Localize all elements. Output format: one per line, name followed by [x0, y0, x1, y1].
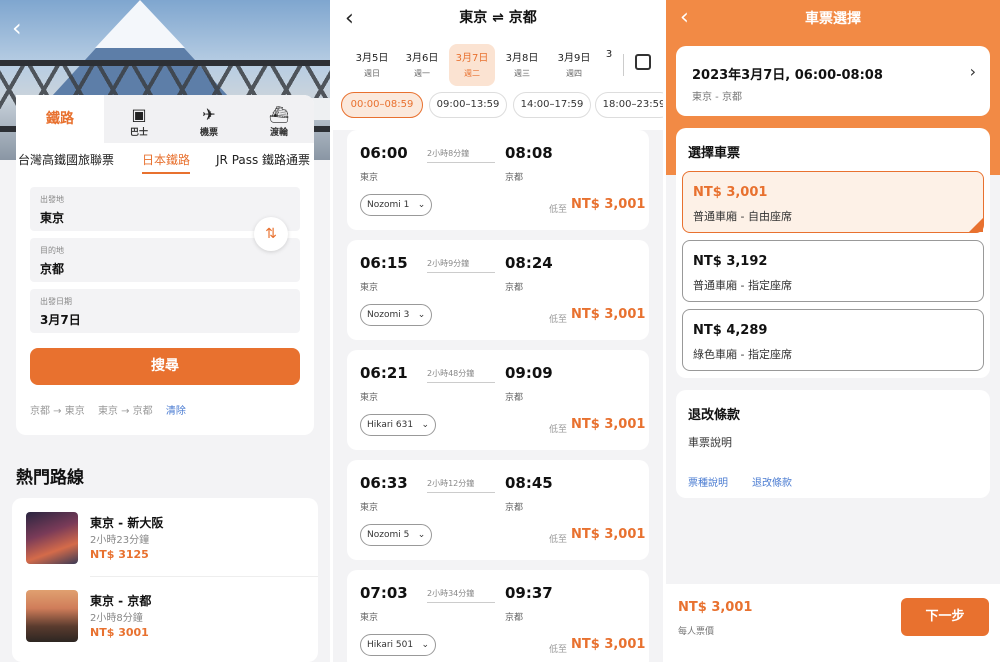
results-screen: ‹ 東京 ⇌ 京都 3月5日 週日 3月6日 週一 3月7日 週二 3月8日 週… [333, 0, 663, 662]
ferry-icon: ⛴ [268, 105, 290, 124]
rail-subtabs: 台灣高鐵國旅聯票 日本鐵路 JR Pass 鐵路通票 [0, 151, 330, 174]
train-result-card[interactable]: 07:03 2小時34分鐘 09:37 東京 京都 Hikari 501 ⌄ 低至… [347, 570, 649, 662]
route-thumbnail [26, 512, 78, 564]
subtab-japan-rail[interactable]: 日本鐵路 [142, 151, 191, 174]
train-number-dropdown[interactable]: Nozomi 3 ⌄ [360, 304, 433, 326]
clear-history-link[interactable]: 清除 [166, 406, 186, 417]
route-item[interactable]: 東京 - 京都 2小時8分鐘 NT$ 3001 [26, 590, 306, 646]
back-icon[interactable]: ‹ [12, 16, 22, 40]
train-result-card[interactable]: 06:00 2小時8分鐘 08:08 東京 京都 Nozomi 1 ⌄ 低至 NT… [347, 130, 649, 230]
subtab-thsr-pass[interactable]: 台灣高鐵國旅聯票 [18, 151, 114, 168]
route-thumbnail [26, 590, 78, 642]
calendar-icon[interactable] [635, 54, 651, 70]
train-number-dropdown[interactable]: Nozomi 5 ⌄ [360, 524, 433, 546]
subtab-jr-pass[interactable]: JR Pass 鐵路通票 [216, 151, 310, 168]
search-button[interactable]: 搜尋 [30, 348, 300, 385]
popular-routes-title: 熱門路線 [16, 468, 84, 488]
chevron-down-icon: ⌄ [417, 200, 426, 210]
plane-icon: ✈ [202, 105, 216, 124]
tab-ferry[interactable]: ⛴ 渡輪 [244, 95, 314, 143]
selected-check-icon [969, 218, 983, 232]
popular-routes-card: 東京 - 新大阪 2小時23分鐘 NT$ 3125 東京 - 京都 2小時8分鐘… [12, 498, 318, 662]
time-slot[interactable]: 09:00–13:59 [429, 92, 507, 118]
time-slot[interactable]: 18:00–23:59 [595, 92, 663, 118]
chevron-right-icon: › [969, 62, 976, 81]
chevron-down-icon: ⌄ [417, 530, 426, 540]
date-option[interactable]: 3月5日 週日 [349, 44, 395, 86]
date-option-selected[interactable]: 3月7日 週二 [449, 44, 495, 86]
ticket-option[interactable]: NT$ 4,289 綠色車廂 - 指定座席 [682, 309, 984, 371]
ticket-option[interactable]: NT$ 3,192 普通車廂 - 指定座席 [682, 240, 984, 302]
chevron-down-icon: ⌄ [421, 640, 430, 650]
route-title: 東京 ⇌ 京都 [459, 10, 537, 26]
trip-summary-card[interactable]: 2023年3月7日, 06:00-08:08 東京 - 京都 › [676, 46, 990, 116]
ticket-options-card: 選擇車票 NT$ 3,001 普通車廂 - 自由座席 NT$ 3,192 普通車… [676, 128, 990, 378]
search-screen: ‹ 鐵路 ▣ 巴士 ✈ 機票 ⛴ 渡輪 台灣高鐵國旅聯票 日本鐵路 JR Pas… [0, 0, 330, 662]
date-option[interactable]: 3月9日 週四 [551, 44, 597, 86]
ticket-screen: ‹ 車票選擇 2023年3月7日, 06:00-08:08 東京 - 京都 › … [666, 0, 1000, 662]
total-price: NT$ 3,001 [678, 600, 753, 615]
tab-flight[interactable]: ✈ 機票 [174, 95, 244, 143]
train-result-card[interactable]: 06:15 2小時9分鐘 08:24 東京 京都 Nozomi 3 ⌄ 低至 NT… [347, 240, 649, 340]
route-item[interactable]: 東京 - 新大阪 2小時23分鐘 NT$ 3125 [26, 512, 306, 568]
ticket-info-link[interactable]: 票種說明 [688, 474, 728, 489]
date-option[interactable]: 3 [599, 44, 619, 86]
time-slot[interactable]: 14:00–17:59 [513, 92, 591, 118]
train-number-dropdown[interactable]: Hikari 631 ⌄ [360, 414, 437, 436]
date-option[interactable]: 3月8日 週三 [499, 44, 545, 86]
date-field[interactable]: 出發日期 3月7日 [30, 289, 300, 333]
tab-rail[interactable]: 鐵路 [16, 95, 104, 143]
search-card: 鐵路 ▣ 巴士 ✈ 機票 ⛴ 渡輪 台灣高鐵國旅聯票 日本鐵路 JR Pass … [16, 95, 314, 435]
page-title: 車票選擇 [805, 11, 861, 27]
train-number-dropdown[interactable]: Nozomi 1 ⌄ [360, 194, 433, 216]
ticket-option-selected[interactable]: NT$ 3,001 普通車廂 - 自由座席 [682, 171, 984, 233]
time-slot-selected[interactable]: 00:00–08:59 [341, 92, 423, 118]
search-history: 京都 → 東京 東京 → 京都 清除 [30, 402, 196, 417]
train-result-card[interactable]: 06:21 2小時48分鐘 09:09 東京 京都 Hikari 631 ⌄ 低至… [347, 350, 649, 450]
date-option[interactable]: 3月6日 週一 [399, 44, 445, 86]
refund-policy-card: 退改條款 車票說明 票種說明 退改條款 [676, 390, 990, 498]
train-result-card[interactable]: 06:33 2小時12分鐘 08:45 東京 京都 Nozomi 5 ⌄ 低至 N… [347, 460, 649, 560]
chevron-down-icon: ⌄ [421, 420, 430, 430]
chevron-down-icon: ⌄ [417, 310, 426, 320]
history-item[interactable]: 東京 → 京都 [98, 406, 153, 417]
results-header: ‹ 東京 ⇌ 京都 3月5日 週日 3月6日 週一 3月7日 週二 3月8日 週… [333, 0, 663, 130]
swap-stations-icon[interactable]: ⇅ [254, 217, 288, 251]
next-button[interactable]: 下一步 [901, 598, 989, 636]
checkout-footer: NT$ 3,001 每人票價 下一步 [666, 584, 1000, 662]
bus-icon: ▣ [131, 105, 147, 124]
tab-bus[interactable]: ▣ 巴士 [104, 95, 174, 143]
history-item[interactable]: 京都 → 東京 [30, 406, 85, 417]
train-number-dropdown[interactable]: Hikari 501 ⌄ [360, 634, 437, 656]
refund-policy-link[interactable]: 退改條款 [752, 474, 792, 489]
